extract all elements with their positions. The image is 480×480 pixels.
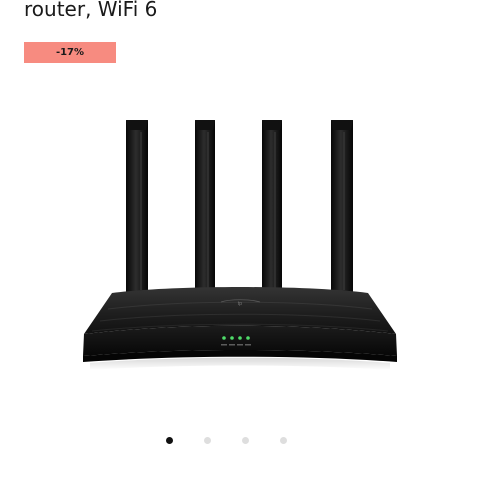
carousel-dot-2[interactable] bbox=[204, 437, 211, 444]
carousel-dot-1[interactable] bbox=[166, 437, 173, 444]
router-image[interactable]: tp bbox=[70, 112, 410, 377]
carousel-dot-3[interactable] bbox=[242, 437, 249, 444]
svg-text:tp: tp bbox=[238, 301, 242, 307]
product-title: router, WiFi 6 bbox=[24, 0, 158, 21]
router-antennas bbox=[126, 120, 353, 294]
carousel-pagination bbox=[0, 437, 480, 445]
discount-badge: -17% bbox=[24, 42, 116, 63]
router-body: tp bbox=[83, 287, 397, 370]
carousel-dot-4[interactable] bbox=[280, 437, 287, 444]
